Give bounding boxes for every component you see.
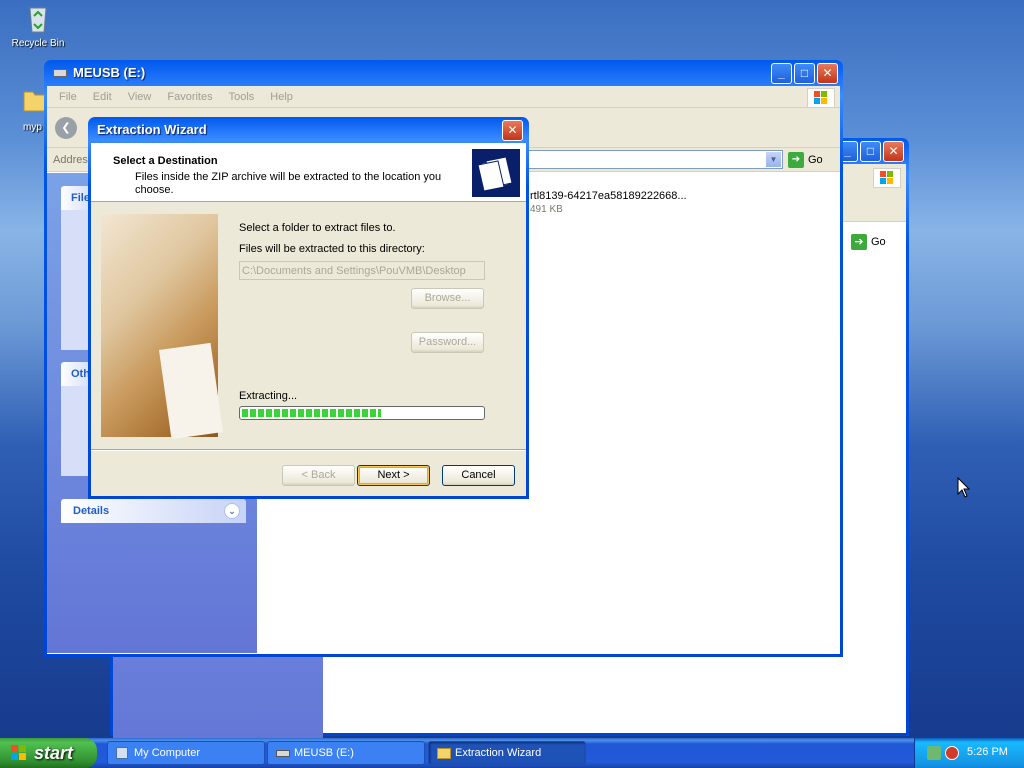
select-folder-text: Select a folder to extract files to. — [239, 222, 396, 234]
directory-field[interactable] — [239, 261, 485, 280]
go-arrow-icon: ➔ — [851, 234, 867, 250]
wizard-header: Select a Destination Files inside the ZI… — [91, 143, 526, 202]
folder-icon — [437, 748, 451, 759]
start-label: start — [34, 742, 74, 763]
taskbar: start My Computer MEUSB (E:) Extraction … — [0, 738, 1024, 768]
file-item[interactable]: rtl8139-64217ea58189222668... 491 KB — [530, 190, 770, 215]
progress-bar — [239, 406, 485, 420]
window-title: MEUSB (E:) — [73, 65, 146, 80]
clock[interactable]: 5:26 PM — [967, 746, 1008, 758]
start-button[interactable]: start — [0, 738, 97, 768]
address-field[interactable]: ▼ — [527, 150, 783, 169]
chevron-down-icon[interactable]: ⌄ — [224, 503, 240, 519]
back-button[interactable]: < Back — [282, 465, 355, 486]
zip-folder-icon — [472, 149, 520, 197]
maximize-button[interactable]: □ — [860, 141, 881, 162]
header-subtitle-line1: Files inside the ZIP archive will be ext… — [135, 171, 442, 183]
go-arrow-icon: ➔ — [788, 152, 804, 168]
menu-view[interactable]: View — [120, 91, 160, 103]
back-arrow-icon[interactable]: ❮ — [55, 117, 77, 139]
task-extraction-wizard[interactable]: Extraction Wizard — [428, 741, 586, 765]
computer-icon — [116, 747, 128, 759]
menu-favorites[interactable]: Favorites — [159, 91, 220, 103]
maximize-button[interactable]: □ — [794, 63, 815, 84]
recycle-bin-icon — [22, 2, 54, 34]
windows-flag-icon — [10, 744, 28, 762]
header-subtitle-line2: choose. — [135, 184, 174, 196]
address-label: Addres — [53, 154, 88, 166]
file-name: rtl8139-64217ea58189222668... — [530, 190, 687, 202]
file-size: 491 KB — [530, 204, 563, 215]
progress-fill — [242, 409, 382, 417]
extracting-label: Extracting... — [239, 390, 298, 402]
menu-file[interactable]: File — [51, 91, 85, 103]
close-button[interactable]: ✕ — [817, 63, 838, 84]
recycle-bin-label: Recycle Bin — [11, 38, 65, 49]
system-tray: 5:26 PM — [914, 738, 1024, 768]
wizard-title: Extraction Wizard — [97, 122, 207, 137]
password-button[interactable]: Password... — [411, 332, 484, 353]
menu-edit[interactable]: Edit — [85, 91, 120, 103]
menu-bar: File Edit View Favorites Tools Help — [47, 86, 840, 108]
menu-help[interactable]: Help — [262, 91, 301, 103]
recycle-bin-desktop-icon[interactable]: Recycle Bin — [3, 2, 73, 49]
go-button[interactable]: ➔ Go — [788, 151, 823, 169]
header-title: Select a Destination — [113, 155, 218, 167]
directory-label: Files will be extracted to this director… — [239, 243, 425, 255]
drive-icon — [276, 750, 290, 757]
details-title[interactable]: Details ⌄ — [61, 499, 246, 523]
browse-button[interactable]: Browse... — [411, 288, 484, 309]
wizard-side-image — [101, 214, 224, 440]
next-button[interactable]: Next > — [357, 465, 430, 486]
security-alert-icon[interactable] — [945, 746, 959, 760]
go-button[interactable]: ➔ Go — [851, 232, 886, 252]
task-my-computer[interactable]: My Computer — [107, 741, 265, 765]
network-icon[interactable] — [927, 746, 941, 760]
close-button[interactable]: ✕ — [502, 120, 523, 141]
minimize-button[interactable]: _ — [771, 63, 792, 84]
folder-label: myp — [23, 122, 42, 133]
close-button[interactable]: ✕ — [883, 141, 904, 162]
extraction-wizard-dialog[interactable]: Extraction Wizard ✕ Select a Destination… — [88, 117, 529, 499]
cancel-button[interactable]: Cancel — [442, 465, 515, 486]
drive-icon — [53, 68, 67, 77]
menu-tools[interactable]: Tools — [221, 91, 263, 103]
dropdown-arrow-icon[interactable]: ▼ — [766, 152, 781, 167]
windows-logo-icon — [873, 168, 901, 188]
mouse-cursor-icon — [957, 476, 971, 502]
windows-logo-icon — [807, 88, 835, 108]
task-meusb[interactable]: MEUSB (E:) — [267, 741, 425, 765]
